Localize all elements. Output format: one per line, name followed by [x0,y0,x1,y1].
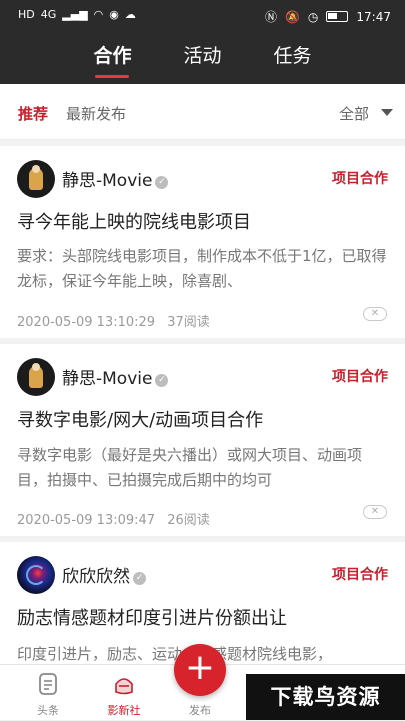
mute-icon: 🔕 [284,9,300,24]
post-meta: 2020-05-09 13:10:29 37阅读 [17,311,210,330]
plus-icon: + [184,647,216,688]
post-title[interactable]: 励志情感题材印度引进片份额出让 [17,604,287,630]
wifi-icon: ◠ [93,8,104,21]
nav-toutiao[interactable]: 头条 [18,665,78,721]
project-tag: 项目合作 [332,567,388,583]
hd-indicator: HD [18,8,35,21]
filter-all-dropdown[interactable]: 全部 [339,103,369,124]
post-date: 2020-05-09 13:09:47 [17,513,156,528]
nfc-icon: Ⓝ [264,10,277,24]
tab-activities[interactable]: 活动 [179,42,225,84]
post-card[interactable]: 静思-Movie ✓ 项目合作 寻数字电影/网大/动画项目合作 寻数字电影（最好是… [0,344,405,536]
battery-icon [326,11,349,22]
caret-down-icon[interactable] [381,109,393,116]
avatar[interactable] [17,556,55,594]
eye-icon: ◉ [109,8,119,21]
read-count: 26阅读 [167,513,210,528]
post-description: 要求：头部院线电影项目，制作成本不低于1亿，已取得龙标，保证今年能上映，除喜剧、 [17,247,387,290]
tab-cooperation[interactable]: 合作 [89,42,135,84]
publish-label: 发布 [189,704,211,717]
avatar[interactable] [17,160,55,198]
post-title[interactable]: 寻今年能上映的院线电影项目 [17,208,251,234]
headline-icon [39,673,57,695]
speed-icon: ◷ [307,9,319,24]
post-date: 2020-05-09 13:10:29 [17,315,156,330]
nav-label: 影新社 [107,704,141,717]
project-tag: 项目合作 [332,369,388,385]
community-icon [115,678,133,695]
status-left: HD 4G ▂▄▆ ◠ ◉ ☁ [18,8,136,21]
avatar[interactable] [17,358,55,396]
filter-bar: 推荐 最新发布 全部 [0,84,405,140]
tab-tasks[interactable]: 任务 [270,42,316,84]
nav-label: 头条 [37,704,59,717]
network-indicator: 4G [40,8,57,21]
post-card[interactable]: 静思-Movie ✓ 项目合作 寻今年能上映的院线电影项目 要求：头部院线电影项目… [0,146,405,338]
verified-icon: ✓ [133,572,146,585]
post-meta: 2020-05-09 13:09:47 26阅读 [17,509,210,528]
signal-icon: ▂▄▆ [62,8,88,21]
status-right: Ⓝ 🔕 ◷ 17:47 [265,8,391,25]
dismiss-icon[interactable]: ✕ [363,505,387,519]
filter-latest[interactable]: 最新发布 [66,103,126,124]
watermark: 下载鸟资源 [246,674,405,720]
post-description: 寻数字电影（最好是央六播出）或网大项目、动画项目，拍摄中、已拍摄完成后期中的均可 [17,446,363,489]
username[interactable]: 静思-Movie ✓ [62,364,169,389]
username[interactable]: 欣欣欣然 ✓ [62,562,146,587]
filter-recommended[interactable]: 推荐 [18,103,48,124]
nav-yingxinshe[interactable]: 影新社 [94,665,154,721]
app-header: HD 4G ▂▄▆ ◠ ◉ ☁ Ⓝ 🔕 ◷ 17:47 合作 活动 任务 [0,0,405,84]
project-tag: 项目合作 [332,171,388,187]
post-title[interactable]: 寻数字电影/网大/动画项目合作 [17,406,263,432]
publish-button[interactable]: + [174,644,226,696]
clock: 17:47 [356,9,391,24]
dismiss-icon[interactable]: ✕ [363,307,387,321]
top-tabs: 合作 活动 任务 [0,42,405,84]
username[interactable]: 静思-Movie ✓ [62,166,169,191]
alert-cloud-icon: ☁ [124,8,136,21]
read-count: 37阅读 [167,315,210,330]
verified-icon: ✓ [155,176,169,189]
verified-icon: ✓ [155,374,169,387]
status-bar: HD 4G ▂▄▆ ◠ ◉ ☁ Ⓝ 🔕 ◷ 17:47 [0,0,405,34]
